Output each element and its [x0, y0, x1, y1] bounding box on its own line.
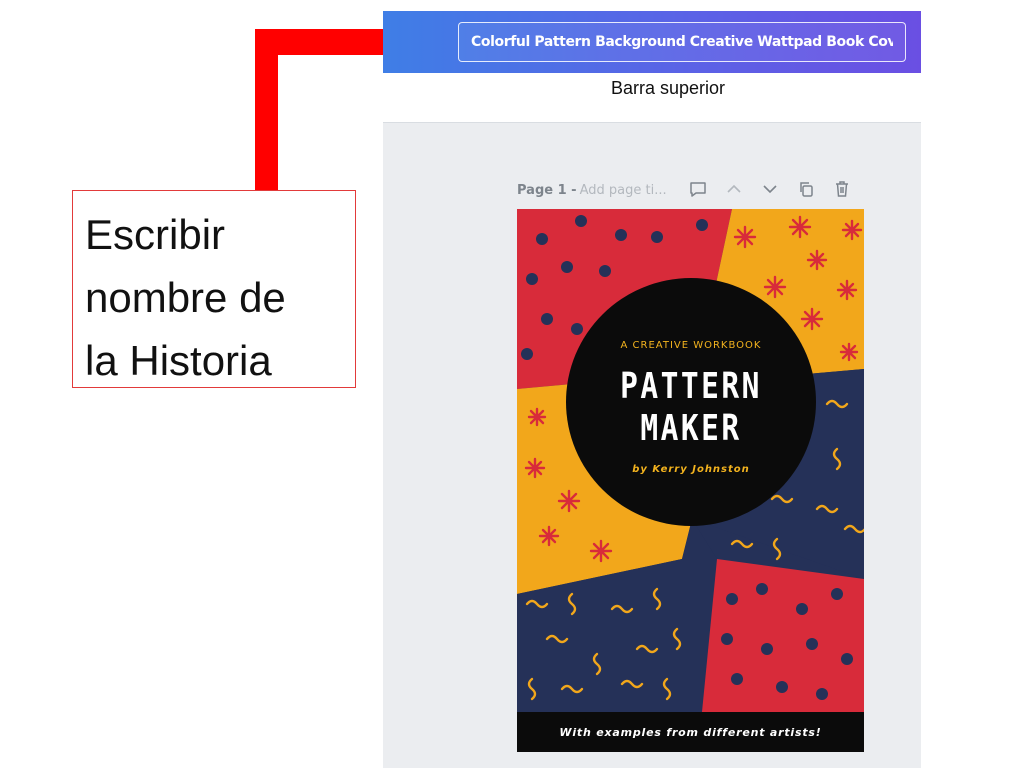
topbar-caption: Barra superior	[610, 78, 726, 98]
cover-title-line2: MAKER	[640, 408, 742, 449]
comment-icon[interactable]	[687, 178, 709, 200]
page-toolbar: Page 1 - Add page ti...	[517, 178, 867, 202]
canvas-area: Page 1 - Add page ti... A CREATIVE WORKB…	[383, 123, 921, 768]
top-bar	[383, 11, 921, 73]
cover-subtitle: A CREATIVE WORKBOOK	[620, 340, 762, 351]
cover-author: by Kerry Johnston	[632, 464, 750, 475]
annotation-callout-text: Escribir nombre de la Historia	[72, 190, 356, 388]
design-title-input[interactable]	[458, 22, 906, 62]
editor-screenshot: Barra superior Page 1 - Add page ti...	[383, 11, 921, 768]
book-cover[interactable]: A CREATIVE WORKBOOK PATTERN MAKER by Ker…	[517, 209, 864, 752]
page-title-input[interactable]: Add page ti...	[580, 183, 667, 198]
trash-icon[interactable]	[831, 178, 853, 200]
chevron-down-icon[interactable]	[759, 178, 781, 200]
cover-footer-text: With examples from different artists!	[517, 712, 864, 752]
page-label: Page 1 -	[517, 182, 577, 198]
cover-title-circle: A CREATIVE WORKBOOK PATTERN MAKER by Ker…	[566, 278, 816, 526]
cover-title-line1: PATTERN	[620, 366, 762, 407]
chevron-up-icon[interactable]	[723, 178, 745, 200]
duplicate-icon[interactable]	[795, 178, 817, 200]
